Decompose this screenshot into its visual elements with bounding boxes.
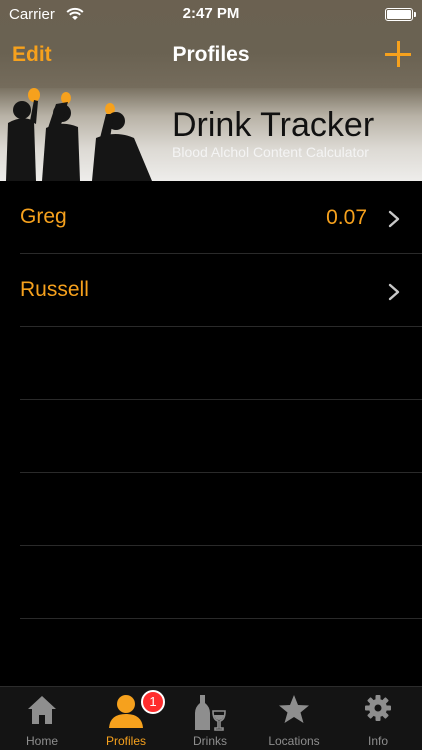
profile-row-greg[interactable]: Greg 0.07 [0,181,422,254]
bottle-glass-icon [195,695,226,731]
tab-locations[interactable]: Locations [252,687,336,750]
profile-name: Russell [20,278,89,301]
banner-subtitle: Blood Alchol Content Calculator [172,144,369,160]
chevron-right-icon [388,210,400,228]
tab-label: Home [25,734,58,748]
empty-row [0,546,422,619]
profile-list: Greg 0.07 Russell [0,181,422,692]
battery-icon [385,8,416,21]
star-icon [279,695,309,723]
top-bar-area: Carrier 2:47 PM Edit Profiles [0,0,422,88]
tab-label: Drinks [192,734,227,748]
banner-title: Drink Tracker [172,106,375,144]
person-icon [109,695,143,728]
page-title: Profiles [172,43,250,66]
empty-row [0,619,422,692]
tab-label: Profiles [105,734,146,748]
empty-row [0,327,422,400]
tab-label: Info [367,734,388,748]
tab-home[interactable]: Home [0,687,84,750]
empty-row [0,400,422,473]
status-time: 2:47 PM [182,5,240,22]
home-icon [28,696,56,724]
empty-row [0,473,422,546]
profile-name: Greg [20,205,67,228]
status-bar: Carrier 2:47 PM [0,0,422,30]
profile-row-russell[interactable]: Russell [0,254,422,327]
plus-icon[interactable] [384,40,412,68]
drinkers-silhouette-image [6,88,152,181]
chevron-right-icon [388,283,400,301]
notification-badge: 1 [141,690,165,714]
tab-bar: Home Profiles Drinks Locations Info [0,686,422,750]
navigation-bar: Edit Profiles [0,30,422,85]
app-banner: Drink Tracker Blood Alchol Content Calcu… [0,88,422,181]
profile-bac-value: 0.07 [326,206,367,229]
tab-drinks[interactable]: Drinks [168,687,252,750]
gear-icon [365,695,391,721]
tab-label: Locations [268,734,320,748]
tab-info[interactable]: Info [336,687,420,750]
